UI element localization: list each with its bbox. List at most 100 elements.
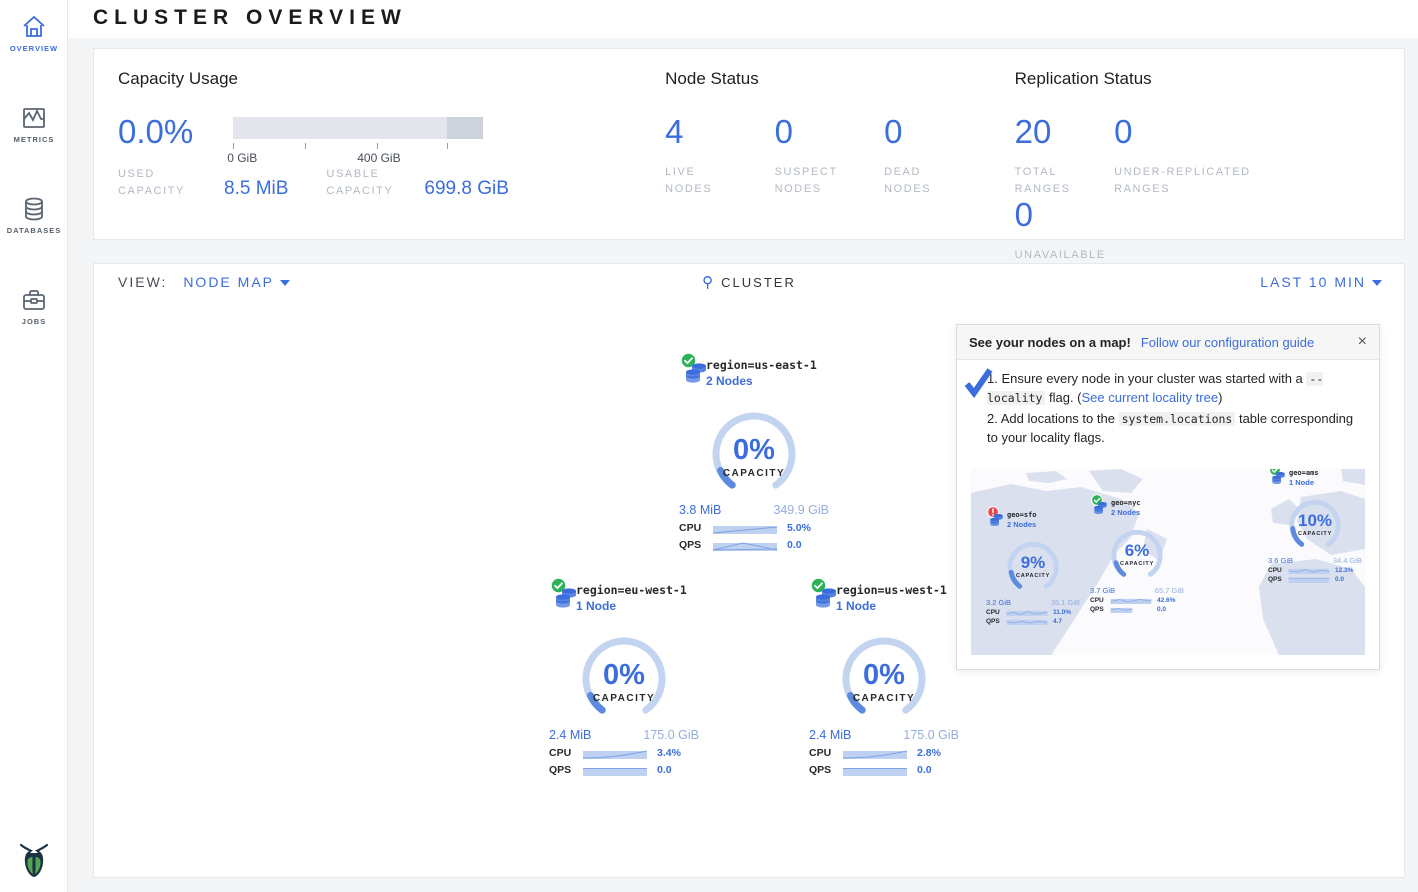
qps-label: QPS bbox=[549, 764, 583, 776]
locality-region-label: region=us-west-1 bbox=[836, 583, 964, 597]
locality-databases-icon bbox=[814, 587, 838, 614]
sidebar-item-label: JOBS bbox=[0, 317, 68, 326]
time-range-selector[interactable]: LAST 10 MIN bbox=[1260, 274, 1382, 290]
suspect-nodes-value: 0 bbox=[775, 115, 880, 148]
used-capacity-value: 8.5 MiB bbox=[224, 178, 288, 200]
section-title: Node Status bbox=[665, 69, 990, 89]
cluster-summary-panel: Capacity Usage 0.0% 0 GiB 400 GiB USED C… bbox=[93, 48, 1405, 240]
metrics-icon bbox=[21, 105, 47, 131]
qps-value: 0.0 bbox=[787, 539, 802, 551]
locality-card-eu-west-1[interactable]: region=eu-west-1 1 Node 0% CAPACITY 2.4 … bbox=[544, 583, 704, 776]
total-value: 35.1 GiB bbox=[1051, 598, 1080, 607]
cpu-sparkline bbox=[843, 748, 907, 759]
capacity-bar-reserved bbox=[447, 117, 483, 139]
cpu-sparkline bbox=[1288, 567, 1330, 574]
locality-nodes-link: 2 Nodes bbox=[1007, 520, 1081, 529]
locality-nodes-link[interactable]: 1 Node bbox=[836, 599, 964, 613]
gauge-capacity-label: CAPACITY bbox=[1105, 561, 1169, 567]
cpu-label: CPU bbox=[549, 747, 583, 759]
capacity-tick-label: 400 GiB bbox=[357, 151, 400, 165]
live-nodes-label: LIVE NODES bbox=[665, 164, 745, 198]
qps-sparkline bbox=[583, 765, 647, 776]
sidebar-item-databases[interactable]: DATABASES bbox=[0, 182, 68, 245]
time-range-value: LAST 10 MIN bbox=[1260, 274, 1366, 290]
mini-locality-card-ams: geo=ams 1 Node 10% CAPACITY 3.6 GiB 34.4… bbox=[1267, 469, 1363, 583]
usable-capacity-label: USABLE CAPACITY bbox=[326, 166, 410, 200]
node-map-setup-tooltip: See your nodes on a map! Follow our conf… bbox=[956, 324, 1380, 670]
total-value: 34.4 GiB bbox=[1333, 556, 1362, 565]
qps-value: 0.0 bbox=[1335, 576, 1344, 583]
locality-databases-icon bbox=[554, 587, 578, 614]
gauge-percent: 10% bbox=[1283, 511, 1347, 531]
step-text: flag. ( bbox=[1045, 390, 1081, 405]
code-system-locations: system.locations bbox=[1119, 412, 1236, 426]
cpu-value: 5.0% bbox=[787, 522, 811, 534]
cpu-label: CPU bbox=[1268, 567, 1288, 574]
capacity-usage-section: Capacity Usage 0.0% 0 GiB 400 GiB USED C… bbox=[94, 49, 641, 239]
locality-nodes-link[interactable]: 2 Nodes bbox=[706, 374, 834, 388]
step-number: 2. bbox=[987, 411, 998, 426]
step-complete-check-icon bbox=[963, 368, 993, 403]
suspect-nodes-label: SUSPECT NODES bbox=[775, 164, 855, 198]
gauge-capacity-label: CAPACITY bbox=[569, 693, 679, 704]
live-nodes-value: 4 bbox=[665, 115, 770, 148]
section-title: Replication Status bbox=[1015, 69, 1404, 89]
chevron-down-icon bbox=[1372, 280, 1382, 286]
example-node-map-image: geo=sfo 2 Nodes 9% CAPACITY 3.2 GiB 35.1… bbox=[971, 469, 1365, 655]
used-value: 2.4 MiB bbox=[809, 728, 851, 742]
unavailable-ranges-value: 0 bbox=[1015, 198, 1135, 231]
view-bar: VIEW: NODE MAP ⚲CLUSTER LAST 10 MIN bbox=[93, 263, 1405, 301]
locality-card-us-west-1[interactable]: region=us-west-1 1 Node 0% CAPACITY 2.4 … bbox=[804, 583, 964, 776]
cpu-sparkline bbox=[1110, 597, 1152, 604]
cpu-sparkline bbox=[713, 523, 777, 534]
total-ranges-value: 20 bbox=[1015, 115, 1110, 148]
home-icon bbox=[21, 14, 47, 40]
gauge-percent: 9% bbox=[1001, 553, 1065, 573]
page-title: CLUSTER OVERVIEW bbox=[93, 6, 407, 30]
locality-card-us-east-1[interactable]: region=us-east-1 2 Nodes 0% CAPACITY 3.8… bbox=[674, 358, 834, 551]
qps-value: 4.7 bbox=[1053, 618, 1062, 625]
sidebar-item-overview[interactable]: OVERVIEW bbox=[0, 0, 68, 63]
dead-nodes-label: DEAD NODES bbox=[884, 164, 964, 198]
step-text: ) bbox=[1218, 390, 1222, 405]
capacity-tick-label: 0 GiB bbox=[227, 151, 257, 165]
locality-region-label: geo=nyc bbox=[1111, 499, 1185, 507]
breadcrumb: ⚲ CLUSTER bbox=[94, 273, 1404, 291]
qps-value: 0.0 bbox=[657, 764, 672, 776]
locality-nodes-link[interactable]: 1 Node bbox=[576, 599, 704, 613]
locality-tree-link[interactable]: See current locality tree bbox=[1082, 390, 1219, 405]
sidebar-item-label: METRICS bbox=[0, 135, 68, 144]
sidebar-item-label: DATABASES bbox=[0, 226, 68, 235]
setup-step-1: 1. Ensure every node in your cluster was… bbox=[987, 370, 1365, 408]
map-pin-icon: ⚲ bbox=[702, 274, 715, 291]
close-icon[interactable]: × bbox=[1358, 334, 1367, 350]
cpu-label: CPU bbox=[986, 609, 1006, 616]
sidebar-item-jobs[interactable]: JOBS bbox=[0, 273, 68, 336]
qps-sparkline bbox=[1110, 606, 1152, 613]
qps-label: QPS bbox=[986, 618, 1006, 625]
locality-databases-icon bbox=[684, 362, 708, 389]
gauge-capacity-label: CAPACITY bbox=[829, 693, 939, 704]
used-value: 3.8 MiB bbox=[679, 503, 721, 517]
capacity-bar: 0 GiB 400 GiB bbox=[233, 117, 483, 139]
sidebar: OVERVIEW METRICS DATABASES JOBS bbox=[0, 0, 68, 892]
cpu-value: 11.0% bbox=[1053, 609, 1071, 616]
step-text: Add locations to the bbox=[1001, 411, 1119, 426]
used-value: 3.6 GiB bbox=[1268, 556, 1293, 565]
used-value: 3.2 GiB bbox=[986, 598, 1011, 607]
gauge-percent: 0% bbox=[699, 434, 809, 467]
under-replicated-value: 0 bbox=[1114, 115, 1289, 148]
qps-label: QPS bbox=[1090, 606, 1110, 613]
jobs-icon bbox=[21, 287, 47, 313]
mini-locality-card-nyc: geo=nyc 2 Nodes 6% CAPACITY 3.7 GiB 65.7… bbox=[1089, 499, 1185, 613]
breadcrumb-cluster[interactable]: CLUSTER bbox=[721, 275, 796, 290]
sidebar-item-metrics[interactable]: METRICS bbox=[0, 91, 68, 154]
capacity-percent: 0.0% bbox=[118, 115, 193, 148]
total-value: 175.0 GiB bbox=[903, 728, 959, 742]
dead-nodes-value: 0 bbox=[884, 115, 989, 148]
locality-databases-icon bbox=[1093, 501, 1108, 520]
usable-capacity-value: 699.8 GiB bbox=[424, 178, 509, 200]
locality-region-label: region=eu-west-1 bbox=[576, 583, 704, 597]
cpu-sparkline bbox=[583, 748, 647, 759]
configuration-guide-link[interactable]: Follow our configuration guide bbox=[1141, 335, 1314, 350]
